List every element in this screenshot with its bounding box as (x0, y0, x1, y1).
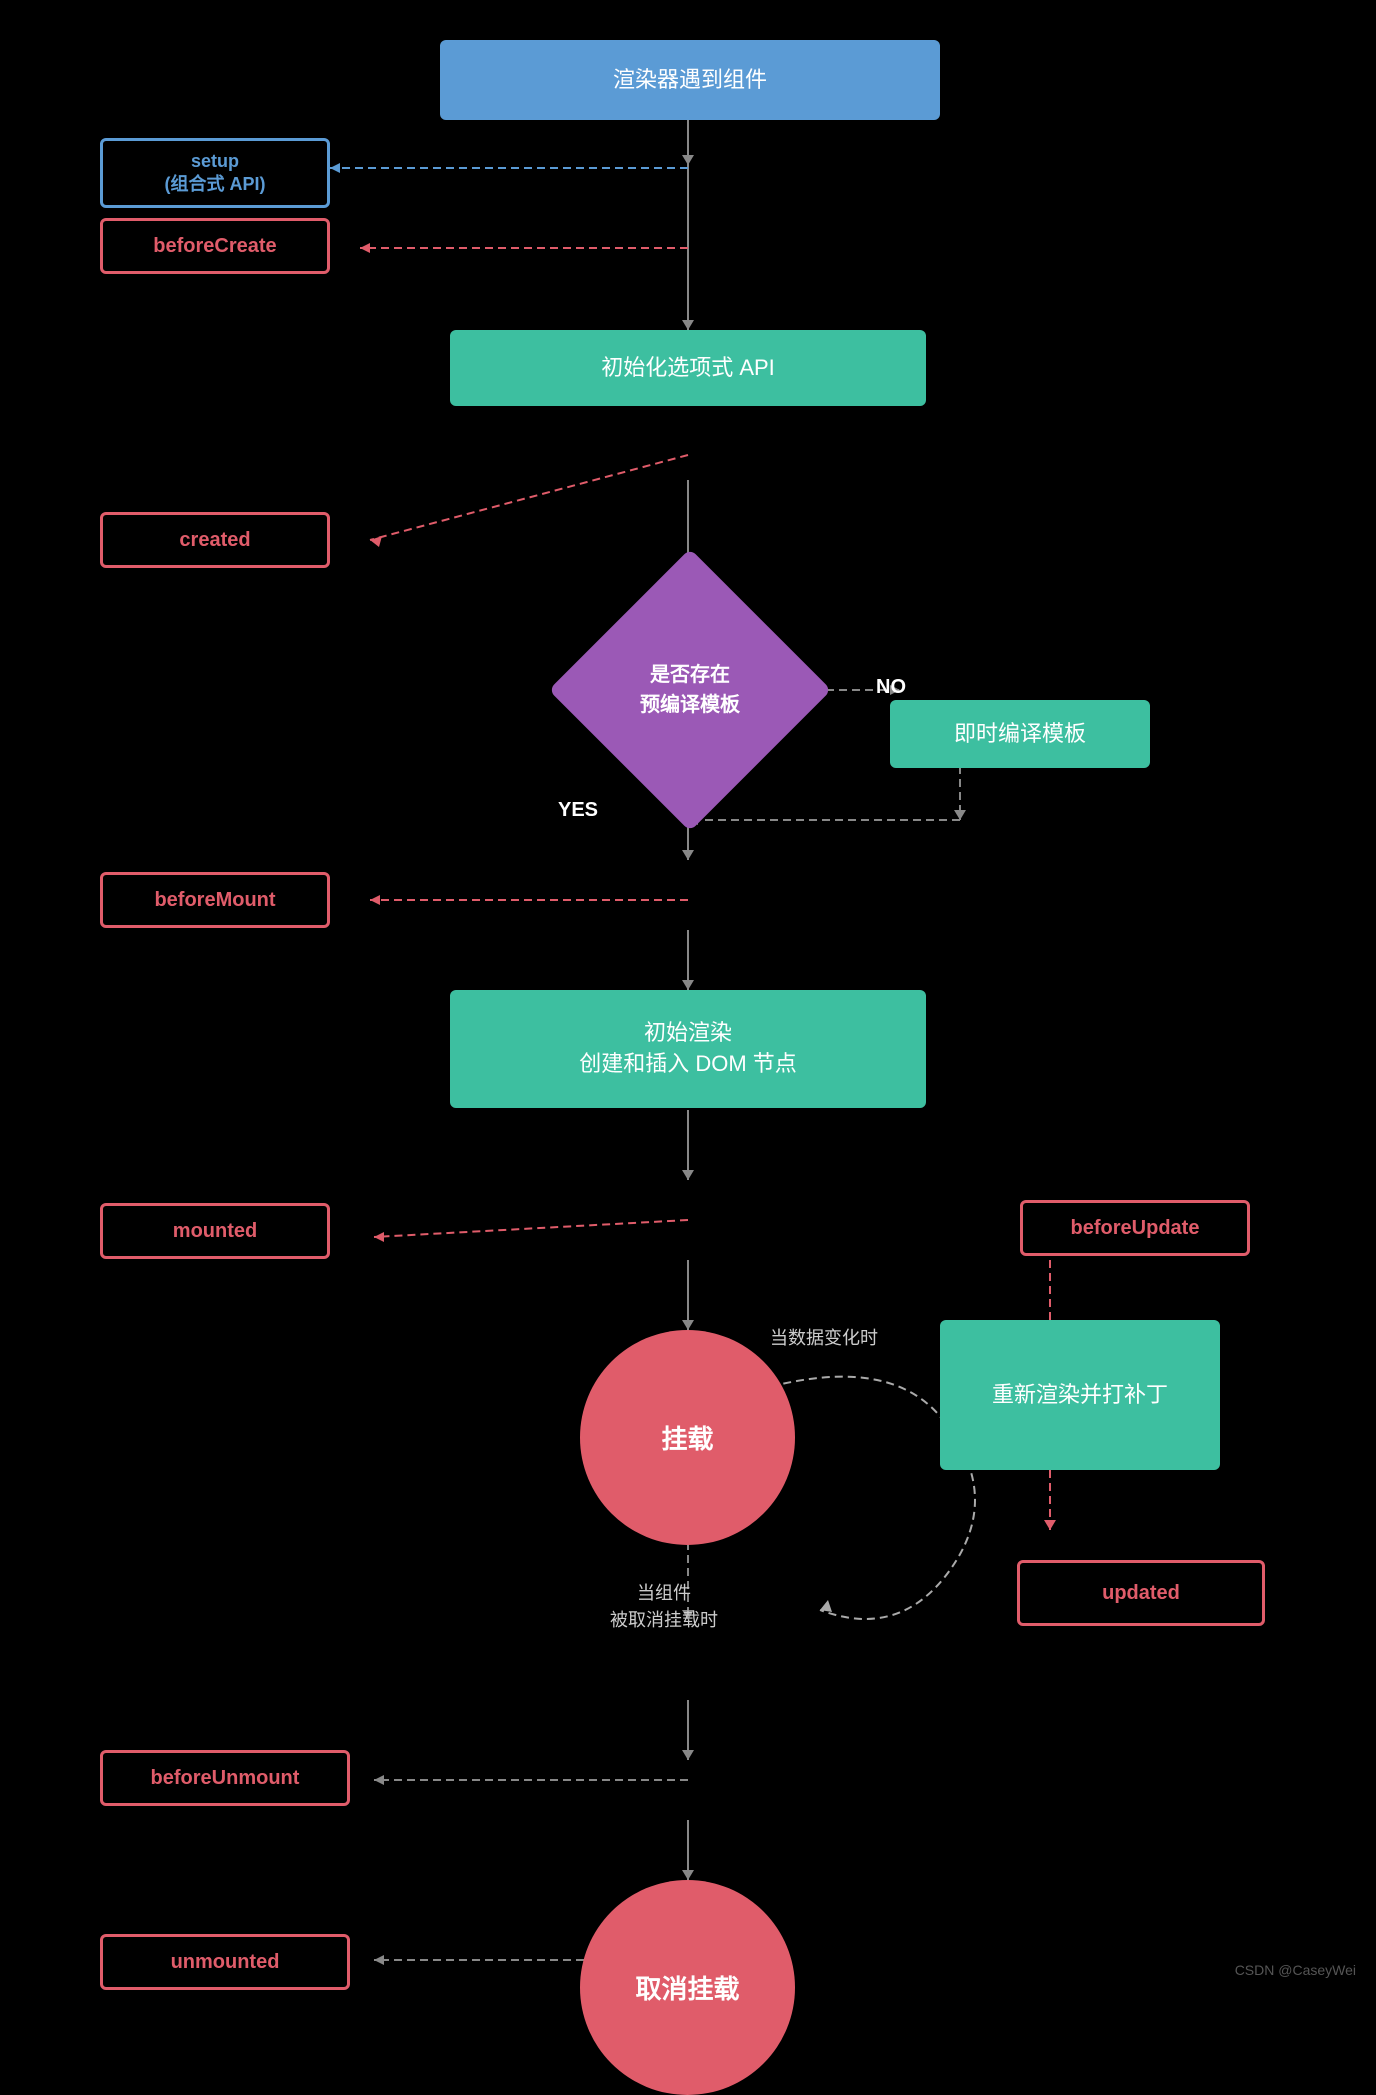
setup-box: setup (组合式 API) (100, 138, 330, 208)
precompiled-diamond (549, 549, 832, 832)
mounted-box: mounted (100, 1203, 330, 1259)
unmount-trigger-label: 当组件 被取消挂载时 (610, 1580, 718, 1634)
init-options-box: 初始化选项式 API (450, 330, 926, 406)
renderer-encounters-box: 渲染器遇到组件 (440, 40, 940, 120)
before-mount-box: beforeMount (100, 872, 330, 928)
unmount-circle: 取消挂载 (580, 1880, 795, 2095)
data-change-label: 当数据变化时 (770, 1325, 878, 1352)
mount-circle: 挂载 (580, 1330, 795, 1545)
no-label: NO (876, 672, 906, 702)
lifecycle-diagram: 渲染器遇到组件 setup (组合式 API) beforeCreate 初始化… (0, 0, 1376, 1998)
unmounted-box: unmounted (100, 1934, 350, 1990)
created-box: created (100, 512, 330, 568)
before-update-box: beforeUpdate (1020, 1200, 1250, 1256)
yes-label: YES (558, 795, 598, 825)
updated-box: updated (1017, 1560, 1265, 1626)
precompiled-diamond-wrapper: 是否存在 预编译模板 (490, 590, 890, 790)
watermark: CSDN @CaseyWei (1235, 1962, 1356, 1978)
jit-compile-box: 即时编译模板 (890, 700, 1150, 768)
before-create-box: beforeCreate (100, 218, 330, 274)
initial-render-box: 初始渲染 创建和插入 DOM 节点 (450, 990, 926, 1108)
before-unmount-box: beforeUnmount (100, 1750, 350, 1806)
re-render-box: 重新渲染并打补丁 (940, 1320, 1220, 1470)
